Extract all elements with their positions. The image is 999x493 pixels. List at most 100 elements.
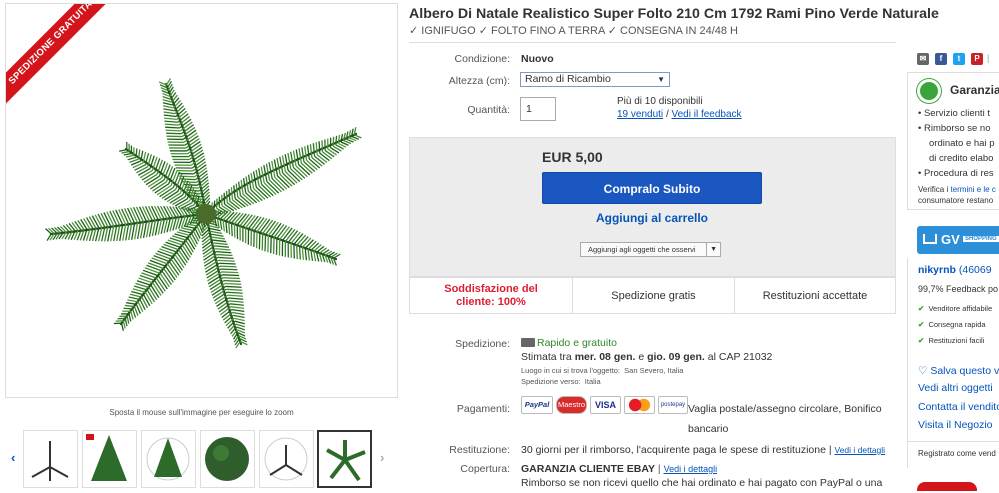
estimate-date1: mer. 08 gen. xyxy=(575,351,636,363)
ship-to-value: Italia xyxy=(585,377,601,386)
badge-3-text: Restituzioni facili xyxy=(928,336,984,345)
thumb-next-icon[interactable]: › xyxy=(380,450,384,465)
thumbnail-2[interactable] xyxy=(82,430,137,488)
guarantee-bullet-3: • Procedura di res xyxy=(918,168,999,179)
verify-pre: Verifica i xyxy=(918,185,948,194)
buy-now-button[interactable]: Compralo Subito xyxy=(542,172,762,204)
shipping-label: Spedizione: xyxy=(410,338,510,350)
free-shipping-text: Spedizione gratis xyxy=(572,278,734,313)
chevron-down-icon: ▼ xyxy=(657,73,665,86)
guarantee-box: Garanzia • Servizio clienti t • Rimborso… xyxy=(907,72,999,210)
check-icon: ✔ xyxy=(918,336,924,345)
cart-icon xyxy=(923,234,937,244)
other-items-text[interactable]: Vedi altri oggetti xyxy=(918,382,993,394)
location-label: Luogo in cui si trova l'oggetto: xyxy=(521,366,620,375)
share-divider: | xyxy=(987,53,989,63)
satisfaction-text: Soddisfazione del cliente: 100% xyxy=(410,278,572,313)
guarantee-bullet-2: • Rimborso se no xyxy=(918,123,999,134)
returns-accepted-text: Restituzioni accettate xyxy=(734,278,895,313)
trust-strip: Soddisfazione del cliente: 100% Spedizio… xyxy=(409,277,896,314)
christmas-branch-image xyxy=(6,4,398,398)
thumbnail-strip: ‹ › xyxy=(5,428,398,490)
quantity-label: Quantità: xyxy=(410,104,510,116)
payments-label: Pagamenti: xyxy=(410,403,510,415)
check-icon: ✔ xyxy=(918,304,924,313)
verify-line-2: consumatore restano xyxy=(918,196,999,205)
condition-label: Condizione: xyxy=(410,53,510,65)
guarantee-bullet-2-text: Rimborso se no xyxy=(924,123,991,134)
thumbnail-3[interactable] xyxy=(141,430,196,488)
sold-feedback-links: 19 venduti / Vedi il feedback xyxy=(617,109,742,120)
returns-details-link[interactable]: Vedi i dettagli xyxy=(835,445,886,455)
coverage-title-text: GARANZIA CLIENTE EBAY xyxy=(521,463,655,475)
contact-seller-link[interactable]: Contatta il venditore xyxy=(918,401,999,413)
item-subtitle: ✓ IGNIFUGO ✓ FOLTO FINO A TERRA ✓ CONSEG… xyxy=(409,24,738,37)
estimate-and: e xyxy=(638,351,644,363)
links-separator: / xyxy=(666,109,669,120)
feedback-link[interactable]: Vedi il feedback xyxy=(672,109,742,120)
seller-score[interactable]: (46069 xyxy=(959,264,992,276)
gv-small-text: SHOPPING xyxy=(963,236,999,242)
other-items-link[interactable]: Vedi altri oggetti xyxy=(918,382,999,394)
save-seller-line[interactable]: ♡ Salva questo v xyxy=(918,365,999,377)
condition-value: Nuovo xyxy=(521,53,554,65)
promo-banner[interactable] xyxy=(917,482,977,491)
guarantee-bullet-1: • Servizio clienti t xyxy=(918,108,999,119)
share-icons: ✉ f t P | xyxy=(917,53,999,67)
main-product-image[interactable]: SPEDIZIONE GRATUITA xyxy=(5,3,398,398)
save-seller-link[interactable]: Salva questo v xyxy=(930,365,999,377)
guarantee-bullet-2b: ordinato e hai p xyxy=(918,138,999,149)
height-select[interactable]: Ramo di Ricambio ▼ xyxy=(520,72,670,87)
coverage-text: Rimborso se non ricevi quello che hai or… xyxy=(521,477,882,489)
thumbnail-6-selected[interactable] xyxy=(317,430,372,488)
guarantee-bullet-2c: di credito elabo xyxy=(918,153,999,164)
ship-to-label: Spedizione verso: xyxy=(521,377,581,386)
badge-1: ✔ Venditore affidabile xyxy=(918,304,999,313)
ship-to: Spedizione verso: Italia xyxy=(521,377,601,386)
heart-icon: ♡ xyxy=(918,365,927,377)
estimate-date2: gio. 09 gen. xyxy=(647,351,705,363)
email-icon[interactable]: ✉ xyxy=(917,53,929,65)
mastercard-icon: MC xyxy=(624,396,655,414)
visit-store-link[interactable]: Visita il Negozio xyxy=(918,419,999,431)
visa-icon: VISA xyxy=(590,396,621,414)
coverage-title: GARANZIA CLIENTE EBAY | Vedi i dettagli xyxy=(521,463,717,475)
facebook-icon[interactable]: f xyxy=(935,53,947,65)
seller-feedback: 99,7% Feedback po xyxy=(918,284,999,294)
height-label: Altezza (cm): xyxy=(410,75,510,87)
zoom-hint: Sposta il mouse sull'immagine per esegui… xyxy=(5,408,398,417)
contact-seller-text[interactable]: Contatta il venditore xyxy=(918,401,999,413)
visit-store-text[interactable]: Visita il Negozio xyxy=(918,419,993,431)
add-to-cart-link[interactable]: Aggiungi al carrello xyxy=(542,211,762,225)
payment-methods: PayPalMaestroVISAMCpostepay xyxy=(521,396,691,414)
badge-3: ✔ Restituzioni facili xyxy=(918,336,999,345)
seller-line: nikyrnb (46069 xyxy=(918,264,999,276)
item-title: Albero Di Natale Realistico Super Folto … xyxy=(409,6,939,22)
gv-shopping-banner[interactable]: GV SHOPPING xyxy=(917,226,999,254)
badge-2-text: Consegna rapida xyxy=(928,320,985,329)
sold-link[interactable]: 19 venduti xyxy=(617,109,663,120)
watch-separator xyxy=(706,243,707,256)
terms-link[interactable]: termini e le c xyxy=(950,185,995,194)
watch-label: Aggiungi agli oggetti che osservi xyxy=(588,245,696,254)
availability-text: Più di 10 disponibili xyxy=(617,96,703,107)
postepay-icon: postepay xyxy=(658,396,688,414)
watch-dropdown[interactable]: Aggiungi agli oggetti che osservi ▼ xyxy=(580,242,721,257)
thumb-prev-icon[interactable]: ‹ xyxy=(11,450,15,465)
coverage-details-link[interactable]: Vedi i dettagli xyxy=(664,464,718,474)
maestro-icon: Maestro xyxy=(556,396,587,414)
coverage-label: Copertura: xyxy=(410,463,510,475)
location-value: San Severo, Italia xyxy=(624,366,683,375)
price: EUR 5,00 xyxy=(542,149,603,165)
returns-label: Restituzione: xyxy=(410,444,510,456)
twitter-icon[interactable]: t xyxy=(953,53,965,65)
thumbnail-4[interactable] xyxy=(200,430,255,488)
quantity-input[interactable]: 1 xyxy=(520,97,556,121)
check-icon: ✔ xyxy=(918,320,924,329)
seller-name-link[interactable]: nikyrnb xyxy=(918,264,956,276)
gv-text: GV xyxy=(941,232,960,247)
pinterest-icon[interactable]: P xyxy=(971,53,983,65)
thumbnail-5[interactable] xyxy=(259,430,314,488)
thumbnail-1[interactable] xyxy=(23,430,78,488)
guarantee-bullet-3-text: Procedura di res xyxy=(924,168,994,179)
